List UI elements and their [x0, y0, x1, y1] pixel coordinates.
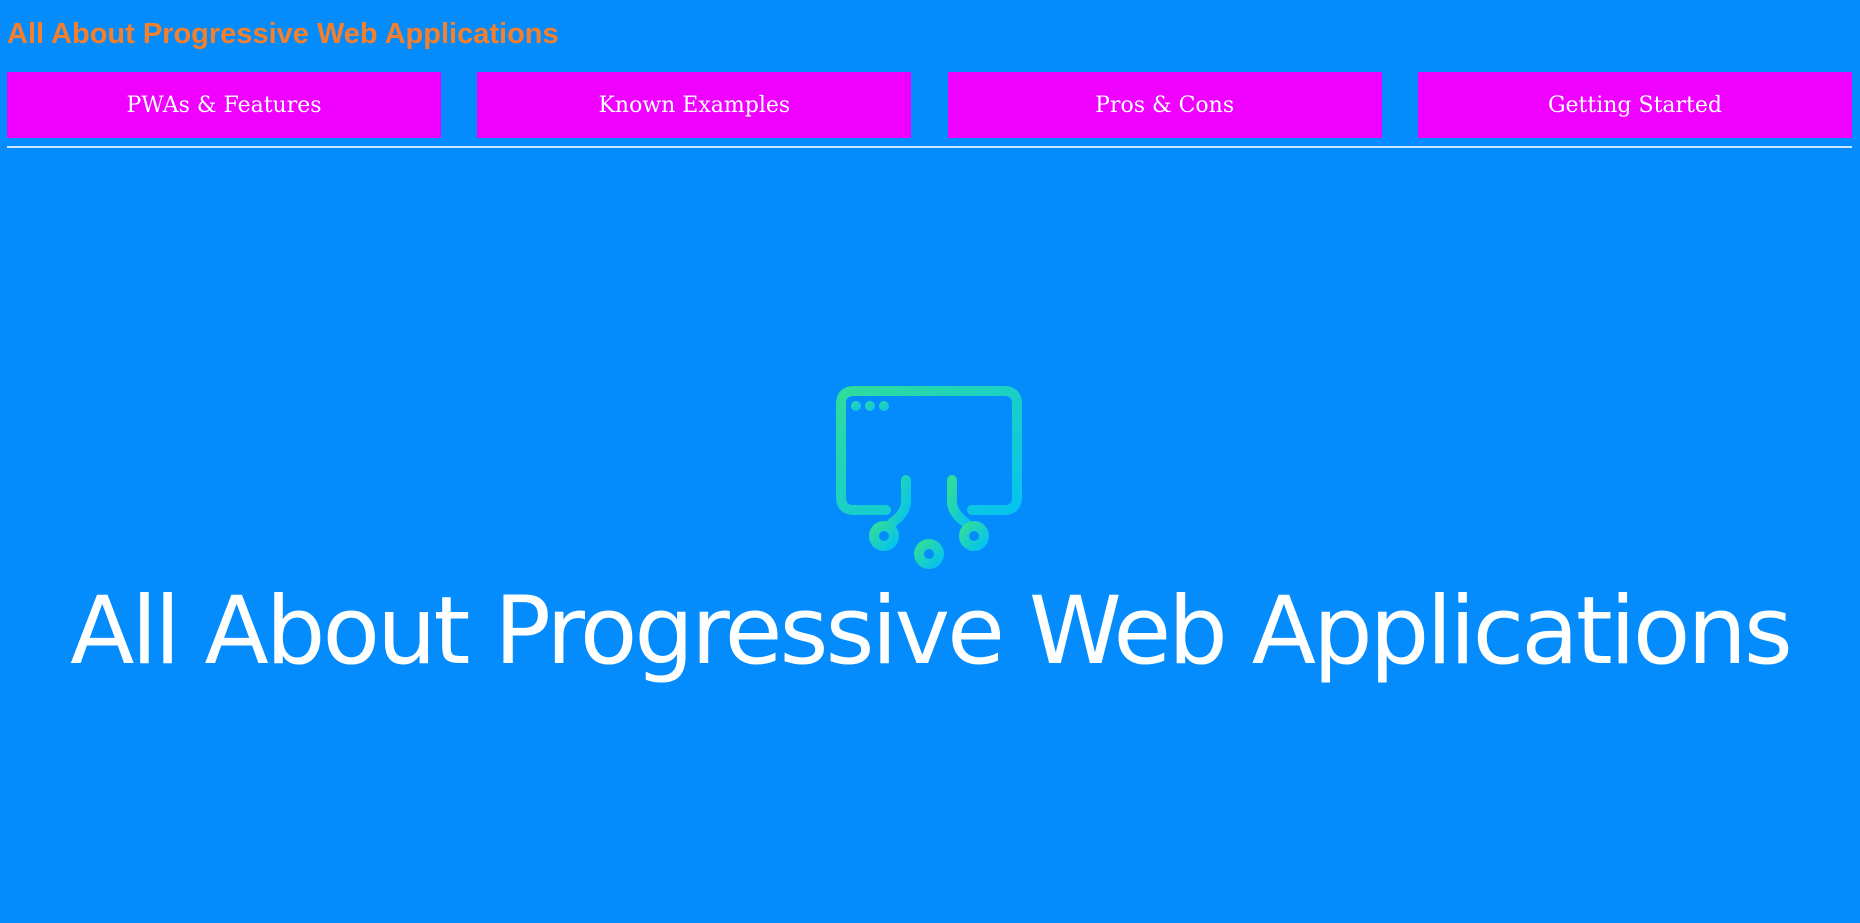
nav-divider [7, 146, 1852, 148]
site-title: All About Progressive Web Applications [7, 18, 559, 50]
nav-getting-started[interactable]: Getting Started [1417, 72, 1852, 138]
main-nav: PWAs & Features Known Examples Pros & Co… [7, 72, 1852, 138]
hero-title: All About Progressive Web Applications [70, 577, 1793, 686]
web-app-circuit-icon [836, 386, 1022, 569]
nav-pros-cons[interactable]: Pros & Cons [947, 72, 1382, 138]
nav-pwas-features[interactable]: PWAs & Features [7, 72, 441, 138]
nav-known-examples[interactable]: Known Examples [477, 72, 912, 138]
